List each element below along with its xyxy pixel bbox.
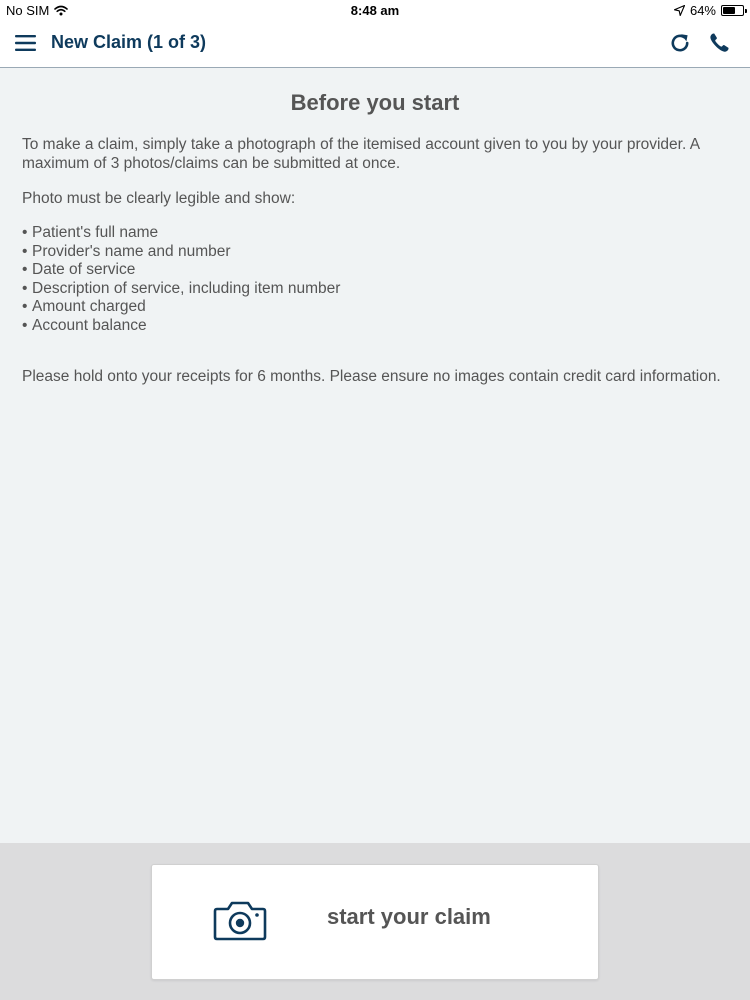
battery-icon (721, 5, 747, 16)
screen: No SIM 8:48 am 64% New Claim (1 of 3) Be… (0, 0, 750, 1000)
list-item: Account balance (22, 317, 728, 336)
status-bar: No SIM 8:48 am 64% (0, 0, 750, 22)
battery-percent: 64% (689, 3, 716, 18)
page-title: New Claim (1 of 3) (51, 32, 207, 52)
requirements-list: Patient's full name Provider's name and … (22, 224, 728, 335)
camera-icon (213, 901, 267, 941)
receipts-note: Please hold onto your receipts for 6 mon… (22, 368, 721, 385)
requirements-text: Photo must be clearly legible and show: (22, 190, 296, 207)
nav-bar: New Claim (1 of 3) (0, 22, 750, 68)
start-claim-button[interactable]: start your claim (151, 864, 599, 980)
list-item: Provider's name and number (22, 243, 728, 262)
intro-text: To make a claim, simply take a photograp… (22, 136, 700, 172)
location-arrow-icon (673, 5, 685, 16)
list-item: Date of service (22, 261, 728, 280)
status-time: 8:48 am (350, 3, 400, 18)
list-item: Patient's full name (22, 224, 728, 243)
phone-icon[interactable] (707, 31, 731, 55)
battery-fill (723, 7, 736, 14)
main-content: Before you start To make a claim, simply… (0, 69, 750, 843)
list-item: Amount charged (22, 298, 728, 317)
section-heading: Before you start (290, 90, 460, 115)
footer: start your claim (0, 843, 750, 1000)
hamburger-menu-icon[interactable] (14, 32, 38, 54)
battery-tip (745, 9, 747, 13)
status-right: 64% (673, 3, 747, 18)
list-item: Description of service, including item n… (22, 280, 728, 299)
refresh-icon[interactable] (668, 31, 692, 55)
start-claim-label: start your claim (327, 904, 491, 929)
